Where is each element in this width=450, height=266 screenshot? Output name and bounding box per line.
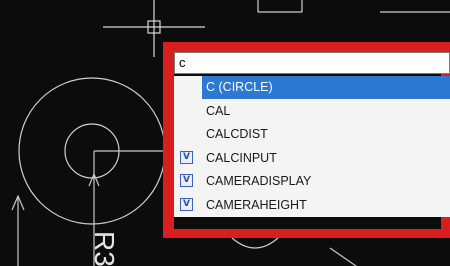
autocomplete-item[interactable]: CALCDIST — [174, 123, 450, 146]
autocomplete-item-label: C (CIRCLE) — [206, 80, 273, 94]
autocomplete-item-label: CAMERAHEIGHT — [206, 197, 307, 212]
autocomplete-item-label: CALCDIST — [206, 127, 268, 141]
system-variable-icon: V — [180, 197, 193, 211]
autocomplete-item[interactable]: V CAMERAHEIGHT — [174, 194, 450, 217]
autocomplete-item[interactable]: V CALCINPUT — [174, 147, 450, 170]
autocomplete-item-label: CAMERADISPLAY — [206, 174, 312, 188]
autocomplete-item[interactable]: V CAMERADISPLAY — [174, 170, 450, 193]
autocomplete-item-label: CALCINPUT — [206, 150, 277, 165]
command-input[interactable]: c — [174, 52, 450, 74]
autocomplete-list: C (CIRCLE) CAL CALCDIST V CALCINPUT V CAMERADI… — [174, 76, 450, 217]
autocomplete-item[interactable]: CAL — [174, 100, 450, 123]
autocomplete-item-label: CAL — [206, 103, 231, 118]
system-variable-icon: V — [180, 174, 193, 187]
dimension-label: R3 — [89, 231, 120, 266]
rectangle-geometry — [257, 0, 450, 13]
system-variable-icon: V — [180, 150, 193, 164]
autocomplete-item[interactable]: C (CIRCLE) — [174, 76, 450, 99]
